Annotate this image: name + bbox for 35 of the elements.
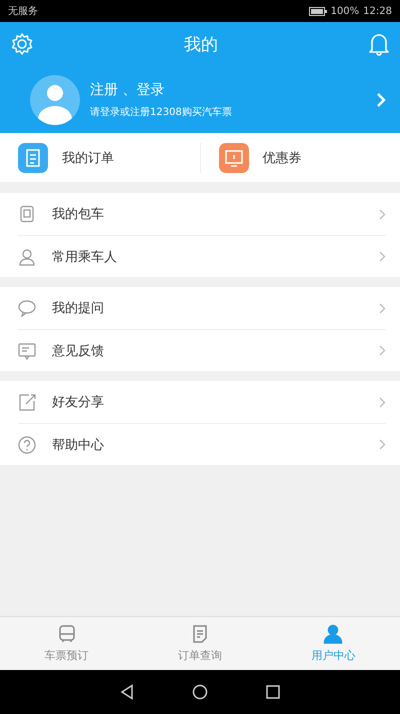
- person-icon: [18, 248, 36, 266]
- recents-icon[interactable]: [266, 685, 280, 699]
- menu-item[interactable]: 我的提问: [18, 287, 386, 329]
- bus-icon: [56, 624, 77, 644]
- menu-item[interactable]: 常用乘车人: [18, 235, 386, 277]
- chevron-icon[interactable]: [376, 92, 386, 108]
- chevron-icon: [379, 251, 386, 262]
- quick-link[interactable]: 我的订单: [0, 142, 200, 172]
- settings-icon[interactable]: [10, 32, 34, 56]
- chevron-icon: [379, 302, 386, 314]
- chevron-icon: [379, 439, 386, 450]
- notification-icon[interactable]: [368, 32, 390, 56]
- phone-icon: [18, 205, 36, 223]
- quick-link[interactable]: 优惠券: [200, 142, 400, 172]
- menu-item[interactable]: 意见反馈: [18, 329, 386, 371]
- page-title: 我的: [184, 34, 218, 56]
- share-icon: [18, 393, 36, 411]
- battery-icon: [308, 6, 327, 16]
- chevron-icon: [379, 396, 386, 408]
- menu-item[interactable]: 帮助中心: [18, 423, 386, 465]
- speech-bubble-icon: [18, 299, 36, 317]
- chevron-icon: [379, 208, 386, 220]
- message-icon: [18, 342, 36, 360]
- home-icon[interactable]: [192, 684, 208, 700]
- user-icon: [323, 624, 344, 644]
- menu-item[interactable]: 好友分享: [18, 381, 386, 423]
- login-hint: 请登录或注册12308购买汽车票: [90, 106, 233, 118]
- carrier-text: 无服务: [8, 5, 38, 18]
- back-icon[interactable]: [120, 684, 134, 700]
- clock-text: 12:28: [363, 6, 392, 16]
- help-icon: [18, 436, 36, 454]
- battery-text: 100%: [330, 6, 360, 16]
- avatar-icon[interactable]: [30, 74, 80, 124]
- menu-item[interactable]: 我的包车: [18, 193, 386, 235]
- chevron-icon: [379, 345, 386, 356]
